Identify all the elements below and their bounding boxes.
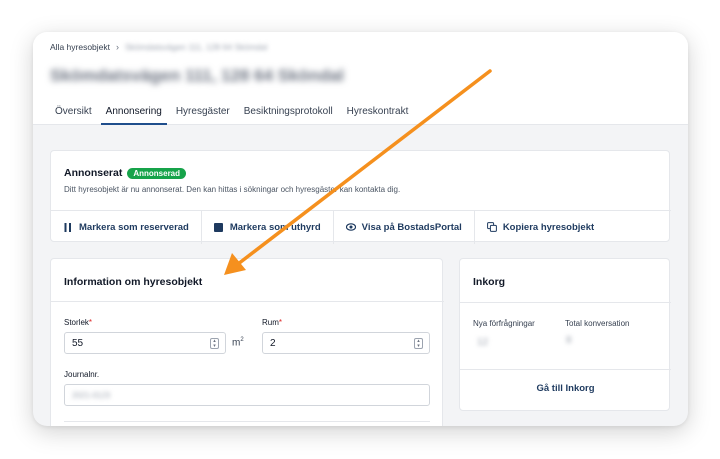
mark-rented-button[interactable]: Markera som uthyrd	[202, 210, 334, 244]
tab-annonsering[interactable]: Annonsering	[100, 103, 167, 125]
tab-oversikt[interactable]: Översikt	[50, 103, 97, 125]
size-unit-exponent: 2	[240, 337, 244, 343]
status-heading: Annonserat Annonserad	[64, 167, 187, 179]
page-title: Skömdatsvägen 111, 128 64 Sköndal	[50, 66, 344, 85]
inbox-card: Inkorg Nya förfrågningar 12 Total konver…	[459, 258, 671, 411]
breadcrumb-separator: ›	[116, 42, 120, 52]
divider	[64, 421, 430, 422]
size-unit: m2	[232, 337, 244, 348]
view-on-portal-button[interactable]: Visa på BostadsPortal	[334, 210, 475, 244]
page-header: Alla hyresobjekt › Skömdatsvägen 111, 12…	[33, 32, 688, 125]
rooms-stepper-icon[interactable]: ▴ ▾	[414, 338, 423, 349]
view-on-portal-label: Visa på BostadsPortal	[361, 221, 462, 233]
divider	[460, 302, 671, 303]
info-title: Information om hyresobjekt	[64, 276, 203, 288]
copy-listing-button[interactable]: Kopiera hyresobjekt	[475, 211, 606, 244]
listing-status-card: Annonserat Annonserad Ditt hyresobjekt ä…	[50, 150, 671, 244]
size-label-text: Storlek	[64, 318, 89, 327]
required-mark: *	[278, 318, 283, 327]
breadcrumb: Alla hyresobjekt › Skömdatsvägen 111, 12…	[50, 42, 267, 52]
tab-hyresgaster[interactable]: Hyresgäster	[171, 103, 235, 125]
mark-reserved-button[interactable]: Markera som reserverad	[51, 210, 202, 244]
required-mark: *	[88, 318, 93, 327]
copy-listing-label: Kopiera hyresobjekt	[502, 221, 595, 233]
size-stepper-icon[interactable]: ▴ ▾	[210, 338, 219, 349]
size-label: Storlek*	[64, 318, 92, 327]
property-info-card: Information om hyresobjekt Storlek* 55 ▴…	[50, 258, 444, 426]
breadcrumb-root-link[interactable]: Alla hyresobjekt	[50, 42, 110, 52]
divider	[51, 301, 444, 302]
status-title: Annonserat	[64, 167, 123, 179]
total-conversations-label: Total konversation	[565, 319, 630, 328]
inbox-title: Inkorg	[473, 276, 506, 288]
copy-icon	[486, 222, 497, 232]
journal-value: 2021-0123	[72, 391, 111, 400]
status-badge: Annonserad	[127, 167, 187, 179]
pause-icon	[63, 222, 73, 232]
new-requests-label: Nya förfrågningar	[473, 319, 535, 328]
go-to-inbox-link[interactable]: Gå till Inkorg	[460, 383, 671, 394]
size-input[interactable]: 55 ▴ ▾	[64, 332, 226, 354]
status-description: Ditt hyresobjekt är nu annonserat. Den k…	[64, 185, 401, 194]
eye-icon	[345, 222, 356, 232]
breadcrumb-current: Skömdatsvägen 111, 128 64 Skömdal	[125, 42, 268, 52]
journal-label: Journalnr.	[64, 370, 100, 379]
journal-input[interactable]: 2021-0123	[64, 384, 430, 406]
rooms-input[interactable]: 2 ▴ ▾	[262, 332, 430, 354]
tab-bar: Översikt Annonsering Hyresgäster Besiktn…	[50, 103, 417, 125]
mark-rented-label: Markera som uthyrd	[229, 221, 321, 233]
divider	[460, 369, 671, 370]
total-conversations-value: 8	[566, 335, 572, 346]
action-bar: Markera som reserverad Markera som uthyr…	[51, 210, 671, 244]
tab-besiktningsprotokoll[interactable]: Besiktningsprotokoll	[239, 103, 338, 125]
rooms-label-text: Rum	[262, 318, 279, 327]
app-window: Alla hyresobjekt › Skömdatsvägen 111, 12…	[33, 32, 688, 426]
size-value: 55	[72, 338, 84, 349]
new-requests-value: 12	[477, 337, 489, 348]
rooms-label: Rum*	[262, 318, 282, 327]
rooms-value: 2	[270, 338, 276, 349]
square-icon	[214, 222, 224, 232]
tab-hyreskontrakt[interactable]: Hyreskontrakt	[342, 103, 414, 125]
mark-reserved-label: Markera som reserverad	[79, 221, 189, 233]
